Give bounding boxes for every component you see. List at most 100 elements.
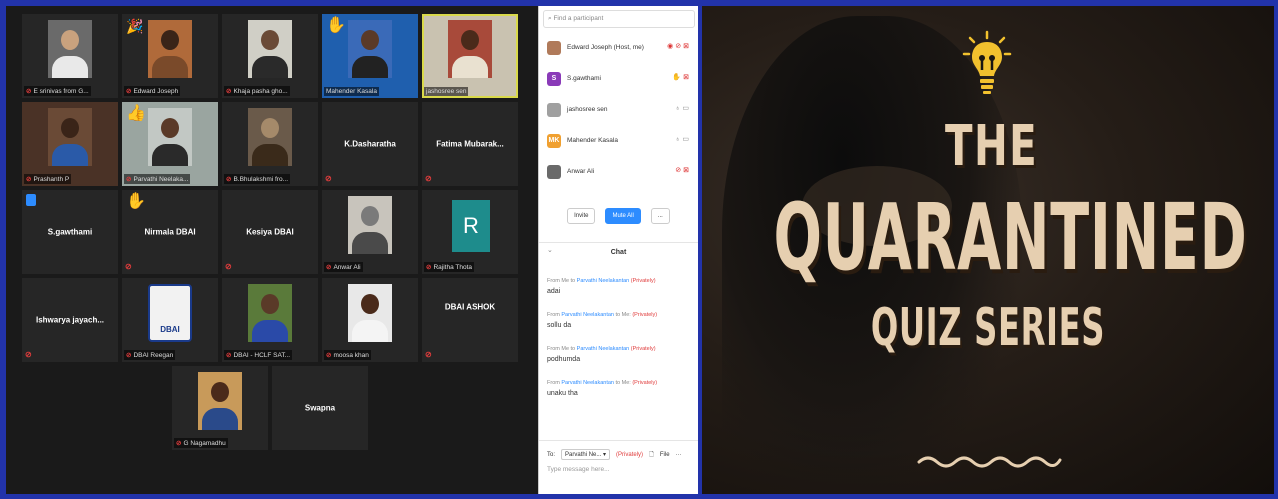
participant-name: ⊘ Khaja pasha gho... bbox=[224, 86, 290, 96]
video-tile[interactable]: 👍 ⊘ Parvathi Neelaka... bbox=[122, 102, 218, 186]
message-from: From Me to bbox=[547, 278, 576, 284]
participant-avatar: R bbox=[452, 200, 490, 252]
thumbs-up-icon: 👍 bbox=[126, 105, 146, 122]
more-icon[interactable]: ··· bbox=[676, 452, 682, 458]
video-tile[interactable]: ⊘ B.Bhulakshmi fro... bbox=[222, 102, 318, 186]
message-sender[interactable]: Parvathi Neelakantan bbox=[561, 312, 614, 318]
mic-muted-icon: ⊘ bbox=[25, 350, 32, 359]
search-icon: ⌕ bbox=[548, 15, 552, 22]
video-tile[interactable]: R ⊘ Rajitha Thota bbox=[422, 190, 518, 274]
video-tile[interactable]: ⊘ Anwar Ali bbox=[322, 190, 418, 274]
participant-video bbox=[48, 20, 92, 78]
participant-name: Kesiya DBAI bbox=[246, 227, 294, 237]
participant-actions: Invite Mute All ... bbox=[539, 208, 698, 224]
participant-name: ⊘ G Nagamadhu bbox=[174, 438, 228, 448]
mute-all-button[interactable]: Mute All bbox=[605, 208, 641, 224]
search-placeholder: Find a participant bbox=[553, 15, 604, 22]
video-tile[interactable]: 🎉 ⊘ Edward Joseph bbox=[122, 14, 218, 98]
chat-message: From Me to Parvathi Neelakantan (Private… bbox=[547, 278, 695, 295]
privately-label: (Privately) bbox=[632, 312, 658, 318]
to-label: To: bbox=[547, 451, 556, 458]
poster-title-line1: THE bbox=[945, 114, 1039, 179]
message-sender[interactable]: Parvathi Neelakantan bbox=[561, 380, 614, 386]
raised-hand-mic-icons: ✋⊠ bbox=[672, 74, 691, 81]
chat-message-input[interactable]: Type message here... bbox=[547, 466, 610, 473]
raised-hand-icon bbox=[26, 194, 36, 206]
chat-message: From Me to Parvathi Neelakantan (Private… bbox=[547, 346, 695, 363]
video-gallery: ⊘ E srinivas from G... 🎉 ⊘ Edward Joseph ⊘… bbox=[6, 6, 538, 494]
video-tile[interactable]: ✋ Mahender Kasala bbox=[322, 14, 418, 98]
participant-row[interactable]: jashosree sen ♁▭ bbox=[539, 94, 699, 125]
video-tile[interactable]: ⊘ Khaja pasha gho... bbox=[222, 14, 318, 98]
video-tile[interactable]: Fatima Mubarak... ⊘ bbox=[422, 102, 518, 186]
video-tile[interactable]: Kesiya DBAI ⊘ bbox=[222, 190, 318, 274]
message-from: From Me to bbox=[547, 346, 576, 352]
participant-list: Edward Joseph (Host, me) ◉⊘⊠ S S.gawtham… bbox=[539, 32, 699, 187]
video-tile[interactable]: ⊘ G Nagamadhu bbox=[172, 366, 268, 450]
participant-row-name: Mahender Kasala bbox=[567, 137, 618, 144]
participant-name: ⊘ DBAI - HCLF SAT... bbox=[224, 350, 293, 360]
participant-search-input[interactable]: ⌕ Find a participant bbox=[543, 10, 695, 28]
recipient-select[interactable]: Parvathi Ne... ▾ bbox=[561, 449, 611, 460]
mic-video-icons: ♁▭ bbox=[675, 105, 691, 112]
participant-name: K.Dasharatha bbox=[344, 139, 396, 149]
participant-name: ⊘ E srinivas from G... bbox=[24, 86, 91, 96]
participant-row-name: Edward Joseph (Host, me) bbox=[567, 44, 644, 51]
dbai-logo: DBAI bbox=[148, 284, 192, 342]
chat-messages: From Me to Parvathi Neelakantan (Private… bbox=[547, 278, 695, 414]
participant-video bbox=[148, 108, 192, 166]
video-tile[interactable]: ⊘ E srinivas from G... bbox=[22, 14, 118, 98]
video-tile[interactable]: S.gawthami bbox=[22, 190, 118, 274]
participant-video bbox=[198, 372, 242, 430]
message-sender[interactable]: Parvathi Neelakantan bbox=[577, 346, 630, 352]
participant-name: ⊘ moosa khan bbox=[324, 350, 371, 360]
message-from: From bbox=[547, 380, 560, 386]
video-tile-active-speaker[interactable]: jashosree sen bbox=[422, 14, 518, 98]
participant-name: ⊘ Prashanth P bbox=[24, 174, 72, 184]
mic-muted-icon: ⊘ bbox=[425, 174, 432, 183]
video-tile[interactable]: ⊘ DBAI - HCLF SAT... bbox=[222, 278, 318, 362]
quiz-poster: THE QUARANTINED QUIZ SERIES bbox=[702, 6, 1274, 494]
participant-name: Fatima Mubarak... bbox=[436, 139, 504, 149]
participant-video bbox=[448, 20, 492, 78]
avatar: MK bbox=[547, 133, 561, 148]
participant-row[interactable]: Anwar Ali ⊘⊠ bbox=[539, 156, 699, 187]
dbai-logo-text: DBAI bbox=[160, 325, 180, 334]
chat-message: From Parvathi Neelakantan to Me: (Privat… bbox=[547, 312, 695, 329]
video-tile[interactable]: DBAI ⊘ DBAI Reegan bbox=[122, 278, 218, 362]
participant-name: Swapna bbox=[304, 403, 336, 413]
lightbulb-icon bbox=[962, 30, 1012, 94]
video-tile[interactable]: DBAI ASHOK ⊘ bbox=[422, 278, 518, 362]
video-tile[interactable]: K.Dasharatha ⊘ bbox=[322, 102, 418, 186]
raised-hand-icon: ✋ bbox=[326, 17, 346, 34]
avatar: S bbox=[547, 71, 561, 86]
participant-name: Mahender Kasala bbox=[324, 87, 379, 96]
participant-row[interactable]: MK Mahender Kasala ♁▭ bbox=[539, 125, 699, 156]
message-sender[interactable]: Parvathi Neelakantan bbox=[577, 278, 630, 284]
avatar bbox=[547, 40, 561, 55]
message-text: sollu da bbox=[547, 322, 572, 329]
participant-row[interactable]: S S.gawthami ✋⊠ bbox=[539, 63, 699, 94]
invite-button[interactable]: Invite bbox=[567, 208, 596, 224]
message-to: to Me: bbox=[615, 380, 631, 386]
participant-name: Nirmala DBAI bbox=[144, 227, 196, 237]
more-button[interactable]: ... bbox=[650, 208, 670, 224]
participant-row-name: Anwar Ali bbox=[567, 168, 595, 175]
mic-muted-icon: ⊘ bbox=[225, 262, 232, 271]
file-icon[interactable]: 🗋 bbox=[649, 450, 654, 460]
participant-row-name: jashosree sen bbox=[567, 106, 608, 113]
participant-name: ⊘ DBAI Reegan bbox=[124, 350, 176, 360]
mic-muted-icon: ⊘ bbox=[425, 350, 432, 359]
mic-video-icons: ♁▭ bbox=[675, 136, 691, 143]
mic-video-muted-icons: ◉⊘⊠ bbox=[667, 43, 691, 50]
privately-label: (Privately) bbox=[632, 380, 658, 386]
video-tile[interactable]: Swapna bbox=[272, 366, 368, 450]
participant-row[interactable]: Edward Joseph (Host, me) ◉⊘⊠ bbox=[539, 32, 699, 63]
message-from: From bbox=[547, 312, 560, 318]
raised-hand-icon: ✋ bbox=[126, 193, 146, 210]
video-tile[interactable]: ⊘ Prashanth P bbox=[22, 102, 118, 186]
video-tile[interactable]: Ishwarya jayach... ⊘ bbox=[22, 278, 118, 362]
video-tile[interactable]: ✋ Nirmala DBAI ⊘ bbox=[122, 190, 218, 274]
file-button[interactable]: File bbox=[660, 452, 670, 458]
video-tile[interactable]: ⊘ moosa khan bbox=[322, 278, 418, 362]
